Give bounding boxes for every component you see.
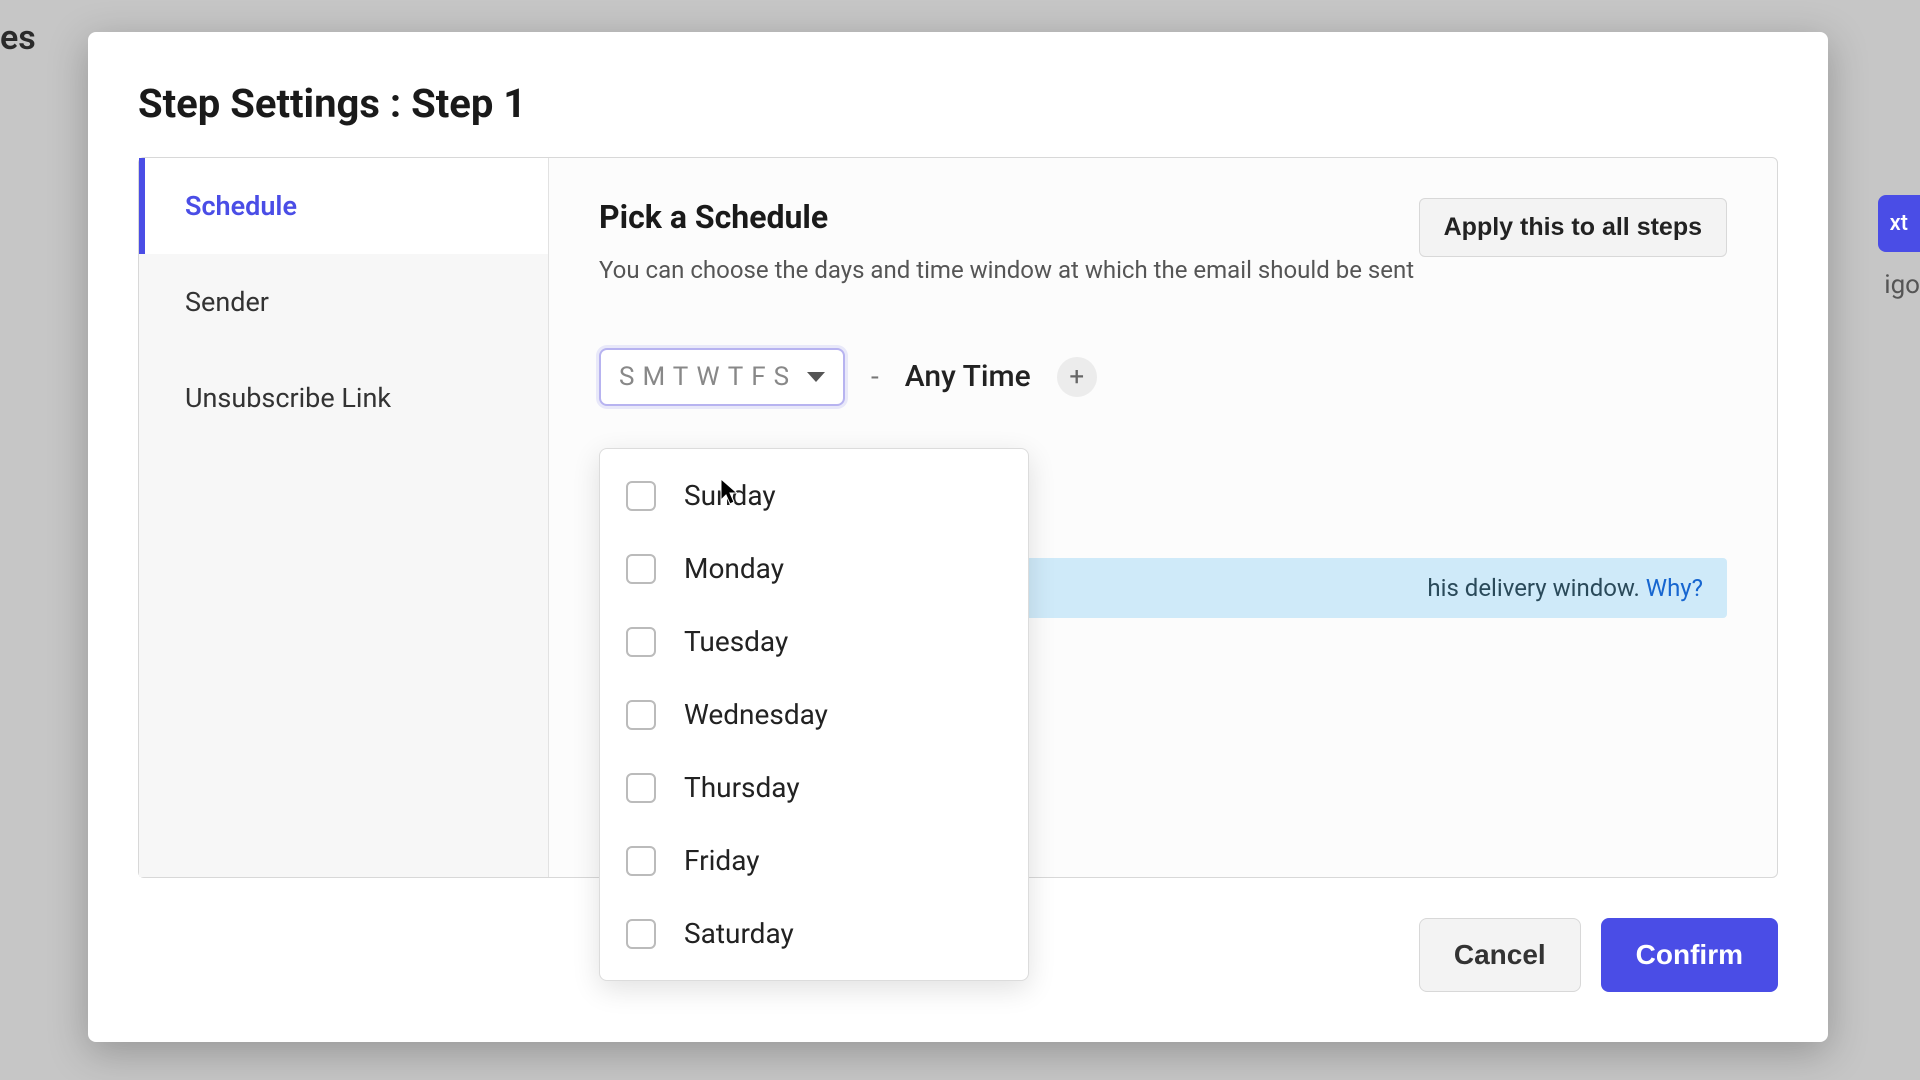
apply-to-all-steps-button[interactable]: Apply this to all steps	[1419, 198, 1727, 257]
time-window-label: Any Time	[905, 359, 1031, 394]
day-option-friday[interactable]: Friday	[600, 824, 1028, 897]
day-option-sunday[interactable]: Sunday	[600, 459, 1028, 532]
background-truncated-text: es	[0, 18, 36, 58]
banner-text: his delivery window.	[1427, 574, 1645, 602]
day-label: Monday	[684, 552, 784, 585]
tab-unsubscribe-link[interactable]: Unsubscribe Link	[139, 350, 548, 446]
day-option-wednesday[interactable]: Wednesday	[600, 678, 1028, 751]
chevron-down-icon	[807, 372, 825, 382]
checkbox-tuesday[interactable]	[626, 627, 656, 657]
checkbox-sunday[interactable]	[626, 481, 656, 511]
checkbox-thursday[interactable]	[626, 773, 656, 803]
checkbox-saturday[interactable]	[626, 919, 656, 949]
days-dropdown-trigger[interactable]: SMTWTFS	[599, 348, 845, 406]
checkbox-friday[interactable]	[626, 846, 656, 876]
day-option-tuesday[interactable]: Tuesday	[600, 605, 1028, 678]
day-option-monday[interactable]: Monday	[600, 532, 1028, 605]
checkbox-monday[interactable]	[626, 554, 656, 584]
day-label: Tuesday	[684, 625, 788, 658]
days-abbrev-label: SMTWTFS	[619, 362, 797, 392]
day-label: Friday	[684, 844, 759, 877]
schedule-selector-row: SMTWTFS - Any Time +	[599, 348, 1727, 406]
tab-content: Pick a Schedule You can choose the days …	[549, 158, 1777, 877]
content-description: You can choose the days and time window …	[599, 254, 1414, 288]
separator-dash: -	[871, 360, 879, 393]
background-next-button: xt	[1878, 195, 1920, 252]
tab-sender[interactable]: Sender	[139, 254, 548, 350]
day-label: Saturday	[684, 917, 794, 950]
add-time-window-button[interactable]: +	[1057, 357, 1097, 397]
modal-body: Schedule Sender Unsubscribe Link Pick a …	[138, 157, 1778, 878]
content-heading: Pick a Schedule	[599, 198, 1414, 236]
why-link[interactable]: Why?	[1646, 574, 1703, 602]
day-option-saturday[interactable]: Saturday	[600, 897, 1028, 970]
day-option-thursday[interactable]: Thursday	[600, 751, 1028, 824]
day-label: Thursday	[684, 771, 800, 804]
plus-icon: +	[1069, 362, 1084, 392]
settings-tabs-sidebar: Schedule Sender Unsubscribe Link	[139, 158, 549, 877]
content-header: Pick a Schedule You can choose the days …	[599, 198, 1727, 288]
days-dropdown-panel: Sunday Monday Tuesday Wednesday Thursday	[599, 448, 1029, 981]
background-truncated-text: igo	[1884, 270, 1920, 300]
confirm-button[interactable]: Confirm	[1601, 918, 1778, 992]
cancel-button[interactable]: Cancel	[1419, 918, 1581, 992]
modal-title: Step Settings : Step 1	[88, 32, 1828, 157]
checkbox-wednesday[interactable]	[626, 700, 656, 730]
step-settings-modal: Step Settings : Step 1 Schedule Sender U…	[88, 32, 1828, 1042]
tab-schedule[interactable]: Schedule	[139, 158, 548, 254]
day-label: Wednesday	[684, 698, 828, 731]
